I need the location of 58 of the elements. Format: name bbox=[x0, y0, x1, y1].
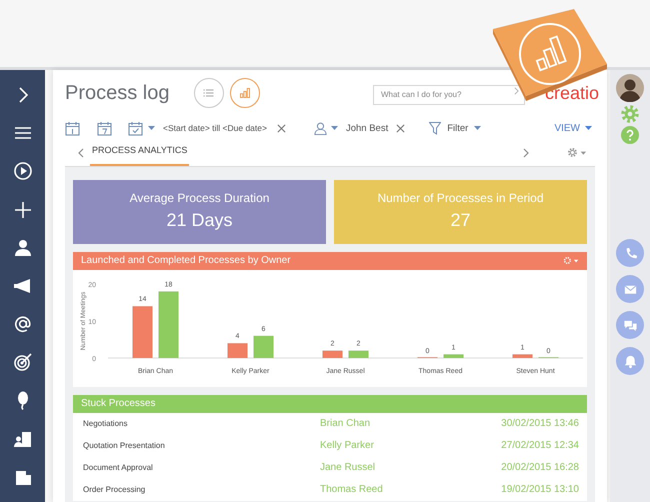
plus-icon[interactable] bbox=[12, 200, 32, 220]
bar bbox=[132, 306, 152, 358]
bar bbox=[254, 335, 274, 358]
calendar-icon[interactable] bbox=[65, 121, 80, 136]
search-field[interactable]: What can I do for you? bbox=[372, 84, 525, 105]
date-cell-text: 20/02/2015 16:28 bbox=[501, 461, 579, 476]
caret-icon[interactable] bbox=[474, 126, 482, 132]
metric-title: Average Process Duration bbox=[130, 190, 270, 208]
help-icon[interactable] bbox=[621, 126, 639, 144]
date-filter[interactable]: <Start date> till <Due date> bbox=[163, 122, 267, 136]
calendar-icon[interactable] bbox=[128, 121, 143, 136]
bar bbox=[158, 291, 178, 358]
logo: creatio bbox=[544, 82, 599, 105]
filter-button[interactable]: Filter bbox=[447, 122, 468, 136]
caret-icon[interactable] bbox=[148, 126, 155, 132]
bar bbox=[322, 350, 342, 358]
metric-title: Number of Processes in Period bbox=[377, 190, 544, 208]
date-cell-text: 19/02/2015 13:10 bbox=[501, 483, 579, 498]
chat-button[interactable] bbox=[616, 311, 644, 339]
settings-icon[interactable] bbox=[563, 256, 579, 266]
at-sign-icon[interactable] bbox=[12, 314, 32, 334]
date-cell-text: 27/02/2015 12:34 bbox=[501, 439, 579, 454]
filter-icon[interactable] bbox=[429, 122, 442, 136]
bar bbox=[444, 354, 464, 358]
target-icon[interactable] bbox=[12, 352, 32, 372]
metric-value: 27 bbox=[450, 209, 471, 232]
chart-view-button[interactable] bbox=[230, 78, 260, 108]
caret-icon[interactable] bbox=[585, 126, 592, 132]
phone-button[interactable] bbox=[616, 239, 644, 267]
calendar-icon[interactable] bbox=[97, 121, 112, 136]
person-icon[interactable] bbox=[12, 238, 32, 258]
list-view-button[interactable] bbox=[194, 78, 224, 108]
play-icon[interactable] bbox=[12, 161, 32, 182]
close-icon[interactable] bbox=[276, 124, 286, 134]
bar bbox=[228, 342, 248, 358]
process-name: Negotiations bbox=[83, 418, 128, 430]
owner-filter[interactable]: John Best bbox=[346, 122, 388, 136]
close-icon[interactable] bbox=[396, 124, 406, 134]
caret-icon[interactable] bbox=[330, 126, 338, 132]
view-menu[interactable]: VIEW bbox=[554, 121, 580, 136]
settings-icon[interactable] bbox=[567, 146, 587, 158]
mail-button[interactable] bbox=[616, 275, 644, 303]
chevron-left-icon[interactable] bbox=[78, 148, 84, 158]
bar-chart-icon bbox=[238, 87, 252, 100]
process-name: Document Approval bbox=[83, 462, 154, 474]
panel-title: Stuck Processes bbox=[81, 397, 156, 412]
process-name: Order Processing bbox=[83, 484, 146, 496]
avatar-icon[interactable] bbox=[616, 74, 644, 102]
metric-value: 21 Days bbox=[166, 209, 233, 232]
page-title: Process log bbox=[65, 81, 170, 106]
date-cell-text: 30/02/2015 13:46 bbox=[501, 417, 579, 432]
process-name: Quotation Presentation bbox=[83, 440, 166, 452]
panel-title: Launched and Completed Processes by Owner bbox=[81, 254, 291, 268]
bar bbox=[348, 350, 368, 358]
bar bbox=[512, 354, 532, 358]
bell-button[interactable] bbox=[616, 347, 644, 375]
list-icon bbox=[202, 87, 216, 100]
bell-icon bbox=[622, 354, 638, 368]
